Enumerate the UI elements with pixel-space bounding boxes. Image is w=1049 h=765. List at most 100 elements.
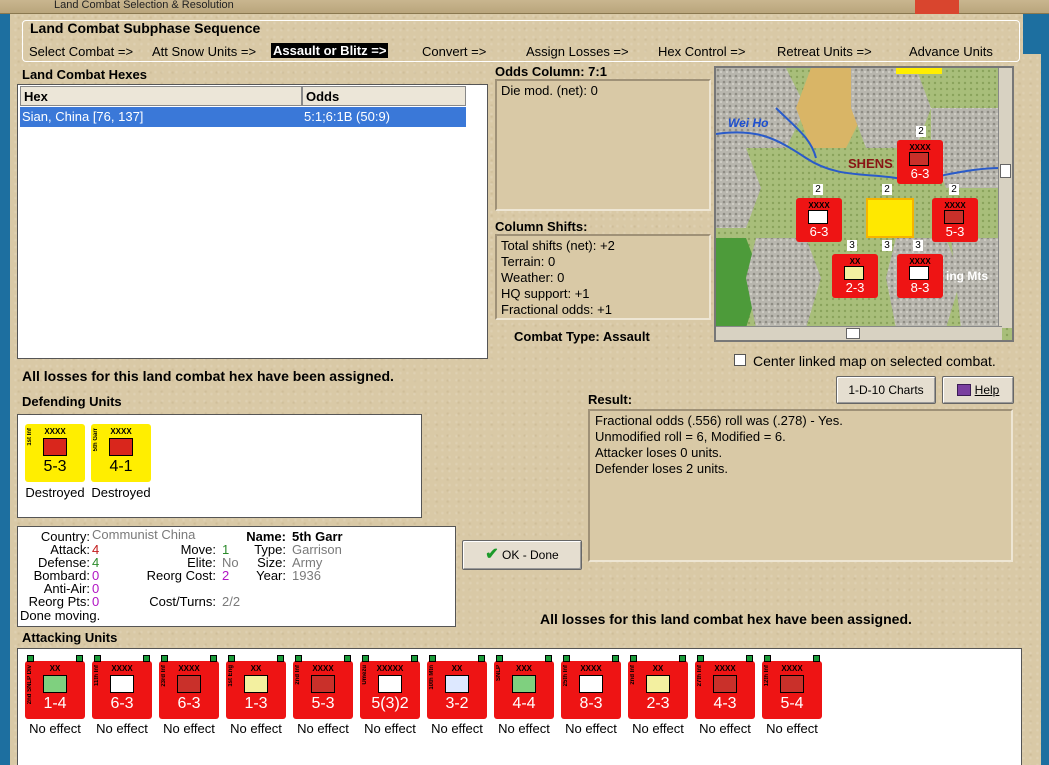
column-header-odds[interactable]: Odds xyxy=(302,86,466,106)
sequence-step-assault[interactable]: Assault or Blitz => xyxy=(271,43,389,58)
unit-flag-icon xyxy=(764,655,771,662)
inf-dark-icon xyxy=(177,675,201,693)
map-vertical-scrollbar[interactable] xyxy=(998,68,1012,328)
unit-flag-icon xyxy=(210,655,217,662)
country-value: Communist China xyxy=(92,527,196,542)
stack-count: 3 xyxy=(882,240,892,251)
window-title: Land Combat Selection & Resolution xyxy=(54,0,234,11)
attacking-unit-status: No effect xyxy=(565,721,617,736)
attacking-unit-counter[interactable]: 11th Inf XXXX 6-3 xyxy=(92,655,152,719)
unit-flag-icon xyxy=(429,655,436,662)
art-icon xyxy=(445,675,469,693)
sequence-step-hex-control[interactable]: Hex Control => xyxy=(658,44,745,59)
defending-units-panel: 1st Inf XXXX 5-3 Destroyed 5th Garr XXXX… xyxy=(17,414,422,518)
combat-map[interactable]: Wei Ho SHENS ing Mts XXXX 6-3 XXXX 6-3 X… xyxy=(714,66,1014,342)
scroll-thumb[interactable] xyxy=(1000,164,1011,178)
garrison-icon xyxy=(109,438,133,456)
status-message: All losses for this land combat hex have… xyxy=(22,368,394,384)
attacking-unit-counter[interactable]: 25th Inf XXXX 8-3 xyxy=(561,655,621,719)
table-row[interactable]: Sian, China [76, 137] 5:1;6:1B (50:9) xyxy=(20,107,466,127)
window-left-edge xyxy=(0,14,10,765)
map-unit-counter[interactable]: XXXX 6-3 xyxy=(796,198,842,242)
mountain-icon xyxy=(512,675,536,693)
infantry-icon xyxy=(909,266,929,280)
infantry-icon xyxy=(844,266,864,280)
inf-icon xyxy=(378,675,402,693)
combat-type: Combat Type: Assault xyxy=(514,329,650,344)
attacking-units-title: Attacking Units xyxy=(22,630,118,645)
unit-flag-icon xyxy=(94,655,101,662)
costturns-value: 2/2 xyxy=(222,594,241,609)
map-unit-counter[interactable]: XX 2-3 xyxy=(832,254,878,298)
center-linked-checkbox[interactable] xyxy=(734,354,746,366)
map-unit-counter[interactable]: XXXX 8-3 xyxy=(897,254,943,298)
attacking-unit-status: No effect xyxy=(29,721,81,736)
attacking-unit-status: No effect xyxy=(163,721,215,736)
result-line: Attacker loses 0 units. xyxy=(595,445,723,460)
sequence-step-convert[interactable]: Convert => xyxy=(422,44,486,59)
shift-line: Fractional odds: +1 xyxy=(501,302,612,317)
odds-column-panel: Die mod. (net): 0 xyxy=(495,79,711,211)
map-unit-counter[interactable]: XXXX 5-3 xyxy=(932,198,978,242)
window-titlebar: Land Combat Selection & Resolution xyxy=(0,0,1049,14)
defending-unit-status: Destroyed xyxy=(25,485,85,500)
sequence-step-select-combat[interactable]: Select Combat => xyxy=(29,44,133,59)
infantry-icon xyxy=(808,210,828,224)
column-header-hex[interactable]: Hex xyxy=(20,86,302,106)
cell-hex: Sian, China [76, 137] xyxy=(22,109,144,124)
unit-flag-icon xyxy=(697,655,704,662)
book-icon xyxy=(956,384,971,396)
unit-flag-icon xyxy=(295,655,302,662)
attacking-unit-counter[interactable]: 2nd Inf XXXX 5-3 xyxy=(293,655,353,719)
ok-done-button[interactable]: ✔ OK - Done xyxy=(462,540,582,570)
scroll-thumb[interactable] xyxy=(846,328,860,339)
attacking-unit-counter[interactable]: 1st Eng XX 1-3 xyxy=(226,655,286,719)
map-horizontal-scrollbar[interactable] xyxy=(716,326,1002,340)
defending-unit-counter[interactable]: 1st Inf XXXX 5-3 xyxy=(25,424,85,482)
unit-flag-icon xyxy=(228,655,235,662)
combat-hexes-table[interactable]: Hex Odds Sian, China [76, 137] 5:1;6:1B … xyxy=(17,84,488,359)
odds-column-title: Odds Column: 7:1 xyxy=(495,64,607,79)
year-value: 1936 xyxy=(292,568,321,583)
attacking-unit-counter[interactable]: Umezu XXXXX 5(3)2 xyxy=(360,655,420,719)
window-right-edge-lower xyxy=(1041,54,1049,765)
charts-button[interactable]: 1-D-10 Charts xyxy=(836,376,936,404)
result-line: Fractional odds (.556) roll was (.278) -… xyxy=(595,413,843,428)
eng-icon xyxy=(244,675,268,693)
map-label-river: Wei Ho xyxy=(728,116,769,130)
close-button[interactable] xyxy=(915,0,959,14)
help-label: Help xyxy=(974,383,1000,397)
map-unit-counter[interactable]: XXXX 6-3 xyxy=(897,140,943,184)
center-linked-label: Center linked map on selected combat. xyxy=(753,353,996,369)
result-title: Result: xyxy=(588,392,633,407)
unit-flag-icon xyxy=(478,655,485,662)
unit-flag-icon xyxy=(411,655,418,662)
attacking-unit-counter[interactable]: 10th Mtn XX 3-2 xyxy=(427,655,487,719)
inf-dark-icon xyxy=(311,675,335,693)
attacking-unit-counter[interactable]: 2nd Inf XX 2-3 xyxy=(628,655,688,719)
combat-hexes-title: Land Combat Hexes xyxy=(22,67,147,82)
result-line: Unmodified roll = 6, Modified = 6. xyxy=(595,429,786,444)
attacking-unit-counter[interactable]: 23rd Inf XXXX 6-3 xyxy=(159,655,219,719)
help-button[interactable]: Help xyxy=(942,376,1014,404)
attacking-unit-counter[interactable]: 2nd SNLP Div XX 1-4 xyxy=(25,655,85,719)
defending-unit-counter[interactable]: 5th Garr XXXX 4-1 xyxy=(91,424,151,482)
target-hex-marker[interactable] xyxy=(866,198,914,238)
shift-line: Terrain: 0 xyxy=(501,254,556,269)
sequence-step-retreat[interactable]: Retreat Units => xyxy=(777,44,872,59)
unit-flag-icon xyxy=(344,655,351,662)
cell-odds: 5:1;6:1B (50:9) xyxy=(304,109,390,124)
window-right-edge xyxy=(1023,14,1049,54)
unit-flag-icon xyxy=(545,655,552,662)
sequence-step-att-snow[interactable]: Att Snow Units => xyxy=(152,44,256,59)
attacking-unit-counter[interactable]: 12th Inf XXXX 5-4 xyxy=(762,655,822,719)
sequence-step-advance[interactable]: Advance Units xyxy=(909,44,993,59)
attacking-unit-counter[interactable]: 27th Inf XXXX 4-3 xyxy=(695,655,755,719)
sequence-step-assign-losses[interactable]: Assign Losses => xyxy=(526,44,629,59)
inf-icon xyxy=(579,675,603,693)
unit-flag-icon xyxy=(143,655,150,662)
attacking-unit-status: No effect xyxy=(632,721,684,736)
sequence-title: Land Combat Subphase Sequence xyxy=(30,20,261,36)
attacking-unit-counter[interactable]: SNLP XXX 4-4 xyxy=(494,655,554,719)
attacking-unit-status: No effect xyxy=(431,721,483,736)
